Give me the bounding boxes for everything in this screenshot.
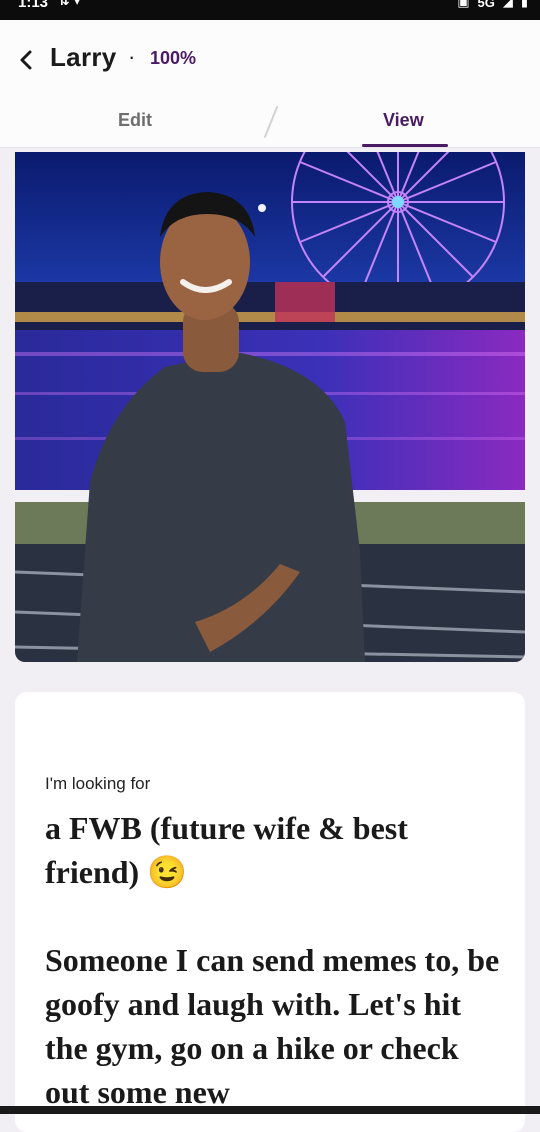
prompt-question: I'm looking for [45,774,151,793]
profile-photo[interactable] [15,152,525,662]
separator-dot: · [128,44,136,69]
battery-icon: ▮ [520,0,528,9]
profile-completion: 100% [150,48,197,68]
active-tab-indicator [362,144,448,147]
signal-icon: ◢ [502,0,513,9]
data-transfer-icon: ⇅ ▾ [58,0,81,8]
nfc-icon: ▣ [457,0,470,9]
tab-view[interactable]: View [383,110,424,131]
network-type: 5G [477,0,495,10]
status-bar: 1:13 ⇅ ▾ ▣ 5G ◢ ▮ [0,0,540,20]
status-time: 1:13 [18,0,49,11]
navigation-bar [0,1106,540,1114]
prompt-answer: a FWB (future wife & best friend) 😉 Some… [45,810,500,1110]
profile-header: Larry · 100% Edit View [0,20,540,148]
chevron-left-icon [20,50,32,70]
tab-divider [263,105,279,139]
prompt-card: I'm looking for a FWB (future wife & bes… [15,692,525,1132]
back-button[interactable] [12,44,40,76]
profile-name: Larry [50,42,117,72]
tab-edit[interactable]: Edit [118,110,152,131]
status-icons: ▣ 5G ◢ ▮ [457,0,528,10]
